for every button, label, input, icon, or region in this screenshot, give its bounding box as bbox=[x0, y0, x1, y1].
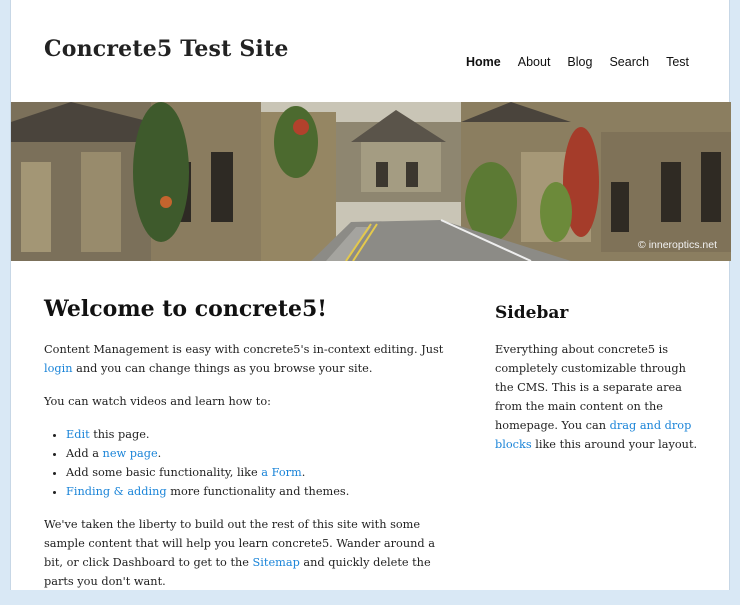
list-item-text: . bbox=[157, 447, 162, 460]
main-nav: Home About Blog Search Test bbox=[449, 55, 689, 69]
list-item-text: Add some basic functionality, like bbox=[66, 466, 262, 479]
login-link[interactable]: login bbox=[44, 362, 73, 375]
list-item-text: Add a bbox=[66, 447, 103, 460]
main-content: Welcome to concrete5! Content Management… bbox=[44, 296, 454, 605]
intro-text-after: and you can change things as you browse … bbox=[72, 362, 373, 375]
finding-adding-link[interactable]: Finding & adding bbox=[66, 485, 167, 498]
nav-item-search[interactable]: Search bbox=[609, 55, 649, 69]
nav-item-home[interactable]: Home bbox=[466, 55, 501, 69]
intro-text-before: Content Management is easy with concrete… bbox=[44, 343, 444, 356]
list-item-text: this page. bbox=[89, 428, 150, 441]
list-item: Add some basic functionality, like a For… bbox=[66, 463, 454, 482]
nav-item-about[interactable]: About bbox=[518, 55, 551, 69]
hero-image: © inneroptics.net bbox=[11, 102, 731, 261]
list-item-text: . bbox=[301, 466, 306, 479]
edit-link[interactable]: Edit bbox=[66, 428, 90, 441]
sidebar-paragraph: Everything about concrete5 is completely… bbox=[495, 340, 705, 454]
nav-item-test[interactable]: Test bbox=[666, 55, 689, 69]
intro-paragraph: Content Management is easy with concrete… bbox=[44, 340, 454, 378]
page-heading: Welcome to concrete5! bbox=[44, 296, 327, 322]
videos-paragraph: You can watch videos and learn how to: bbox=[44, 395, 271, 408]
how-to-list: Edit this page. Add a new page. Add some… bbox=[44, 425, 454, 501]
sidebar: Sidebar Everything about concrete5 is co… bbox=[495, 303, 705, 454]
form-link[interactable]: a Form bbox=[261, 466, 301, 479]
list-item-text: more functionality and themes. bbox=[166, 485, 350, 498]
nav-item-blog[interactable]: Blog bbox=[567, 55, 592, 69]
sidebar-heading: Sidebar bbox=[495, 303, 569, 323]
photo-credit: © inneroptics.net bbox=[638, 239, 717, 251]
list-item: Add a new page. bbox=[66, 444, 454, 463]
site-title[interactable]: Concrete5 Test Site bbox=[44, 36, 289, 62]
page-container: Concrete5 Test Site Home About Blog Sear… bbox=[10, 0, 731, 590]
sidebar-text-after: like this around your layout. bbox=[531, 438, 698, 451]
village-street-illustration bbox=[11, 102, 731, 261]
list-item: Edit this page. bbox=[66, 425, 454, 444]
sample-content-paragraph: We've taken the liberty to build out the… bbox=[44, 515, 454, 591]
sitemap-link[interactable]: Sitemap bbox=[253, 556, 300, 569]
new-page-link[interactable]: new page bbox=[103, 447, 158, 460]
list-item: Finding & adding more functionality and … bbox=[66, 482, 454, 501]
